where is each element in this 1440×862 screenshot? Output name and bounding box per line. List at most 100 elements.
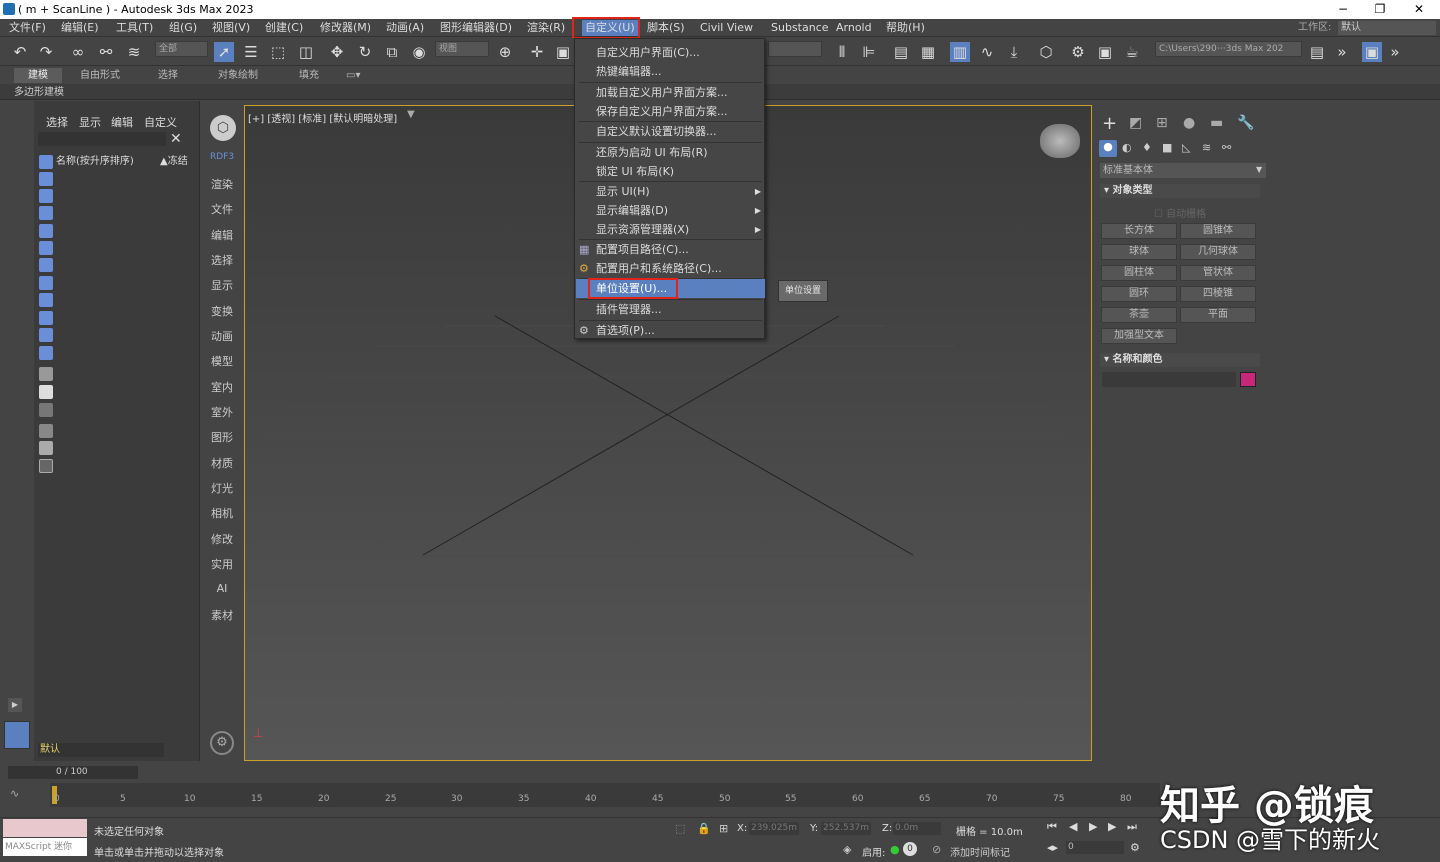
maximize-button[interactable]: ❐ (1362, 1, 1398, 18)
layer-explorer-icon[interactable]: ▦ (918, 42, 938, 62)
menu-animation[interactable]: 动画(A) (386, 20, 424, 36)
lock-icon[interactable]: 🔒 (697, 822, 711, 835)
menu-lock-ui-layout[interactable]: 锁定 UI 布局(K) (576, 162, 765, 181)
filter-lights-icon[interactable] (39, 189, 53, 203)
create-cylinder-button[interactable]: 圆柱体 (1101, 265, 1177, 281)
pivot-icon[interactable]: ⊕ (495, 42, 515, 62)
polygon-modeling-label[interactable]: 多边形建模 (14, 85, 64, 100)
filter-hidden-icon[interactable] (39, 346, 53, 360)
motion-tab-icon[interactable]: ● (1183, 115, 1195, 131)
reference-coord-dropdown[interactable]: 视图 (435, 41, 489, 57)
maxscript-listener[interactable] (3, 819, 87, 837)
cat-exterior[interactable]: 室外 (200, 404, 244, 420)
menu-help[interactable]: 帮助(H) (886, 20, 925, 36)
filter-cameras-icon[interactable] (39, 206, 53, 220)
menu-show-ui[interactable]: 显示 UI(H) ▶ (576, 182, 765, 201)
menu-configure-project-paths[interactable]: ▦ 配置项目路径(C)... (576, 240, 765, 259)
menu-arnold[interactable]: Arnold (836, 20, 872, 36)
menu-file[interactable]: 文件(F) (9, 20, 46, 36)
funnel-icon[interactable] (39, 441, 53, 455)
menu-view[interactable]: 视图(V) (212, 20, 250, 36)
modify-tab-icon[interactable]: ◩ (1129, 115, 1142, 131)
toolbar-expand-icon[interactable]: » (1332, 42, 1352, 62)
scale-icon[interactable]: ⧉ (382, 42, 402, 62)
render-setup-icon[interactable]: ⚙ (1068, 42, 1088, 62)
rotate-icon[interactable]: ↻ (355, 42, 375, 62)
key-mode-icon[interactable]: ◂▸ (1047, 841, 1058, 854)
menu-substance[interactable]: Substance (771, 20, 829, 36)
ribbon-toggle-icon[interactable]: ▥ (950, 42, 970, 62)
selection-filter-dropdown[interactable]: 全部 (155, 41, 208, 57)
cat-modify[interactable]: 修改 (200, 531, 244, 547)
time-tag-icon[interactable]: ⊘ (932, 843, 941, 856)
unlink-icon[interactable]: ⚯ (96, 42, 116, 62)
object-color-swatch[interactable] (1240, 372, 1256, 387)
menu-show-explorers[interactable]: 显示资源管理器(X) ▶ (576, 220, 765, 239)
cat-edit[interactable]: 编辑 (200, 227, 244, 243)
se-menu-select[interactable]: 选择 (46, 114, 68, 130)
menu-create[interactable]: 创建(C) (265, 20, 303, 36)
placement-icon[interactable]: ◉ (409, 42, 429, 62)
rollout-name-color-header[interactable]: ▾ 名称和颜色 (1100, 353, 1260, 367)
enable-toggle[interactable]: 0 (903, 842, 917, 856)
object-name-input[interactable] (1102, 372, 1236, 387)
cat-assets[interactable]: 素材 (200, 607, 244, 623)
menu-civil-view[interactable]: Civil View (700, 20, 753, 36)
helpers-category-icon[interactable]: ◺ (1182, 141, 1190, 154)
toolbar-expand-2-icon[interactable]: » (1385, 42, 1405, 62)
cat-rdf3[interactable]: RDF3 (200, 152, 244, 162)
maxscript-mini-input[interactable]: MAXScript 迷你 (3, 838, 87, 856)
menu-modifiers[interactable]: 修改器(M) (320, 20, 371, 36)
cat-lights[interactable]: 灯光 (200, 480, 244, 496)
filter-frozen-icon[interactable] (39, 328, 53, 342)
redo-icon[interactable]: ↷ (36, 42, 56, 62)
expand-arrow-icon[interactable]: ▶ (8, 698, 22, 712)
viewport-layout-icon[interactable] (4, 721, 30, 749)
project-folder-icon[interactable]: ▤ (1307, 42, 1327, 62)
curve-editor-icon[interactable]: ∿ (977, 42, 997, 62)
display-none-icon[interactable] (39, 385, 53, 399)
create-plane-button[interactable]: 平面 (1180, 307, 1256, 323)
create-tube-button[interactable]: 管状体 (1180, 265, 1256, 281)
create-pyramid-button[interactable]: 四棱锥 (1180, 286, 1256, 302)
menu-edit[interactable]: 编辑(E) (61, 20, 99, 36)
cat-ai[interactable]: AI (200, 582, 244, 595)
select-object-icon[interactable]: ➚ (214, 42, 234, 62)
systems-category-icon[interactable]: ⚯ (1222, 141, 1231, 154)
move-icon[interactable]: ✥ (327, 42, 347, 62)
x-coord-field[interactable]: 239.025m (749, 822, 799, 835)
window-crossing-icon[interactable]: ◫ (296, 42, 316, 62)
isolate-icon[interactable]: ⬚ (675, 822, 685, 835)
object-category-dropdown[interactable]: 标准基本体 (1100, 163, 1266, 178)
adaptive-degradation-icon[interactable]: ◈ (843, 843, 851, 856)
filter-xrefs-icon[interactable] (39, 276, 53, 290)
se-layer-dropdown[interactable]: 默认 (38, 743, 164, 757)
lights-category-icon[interactable]: ♦ (1142, 141, 1152, 154)
cat-animation[interactable]: 动画 (200, 328, 244, 344)
cat-display[interactable]: 显示 (200, 277, 244, 293)
menu-save-ui-scheme[interactable]: 保存自定义用户界面方案... (576, 102, 765, 121)
schematic-view-icon[interactable]: ⤓ (1004, 42, 1024, 62)
cameras-category-icon[interactable]: ■ (1162, 141, 1172, 154)
menu-defaults-switcher[interactable]: 自定义默认设置切换器... (576, 122, 765, 141)
cat-shapes[interactable]: 图形 (200, 429, 244, 445)
cat-camera[interactable]: 相机 (200, 505, 244, 521)
create-textplus-button[interactable]: 加强型文本 (1101, 328, 1177, 344)
filter-spacewarps-icon[interactable] (39, 241, 53, 255)
hierarchy-tab-icon[interactable]: ⊞ (1156, 115, 1168, 131)
tab-freeform[interactable]: 自由形式 (80, 68, 120, 83)
render-icon[interactable]: ☕ (1122, 42, 1142, 62)
sort-icon[interactable] (39, 424, 53, 438)
filter-helpers-icon[interactable] (39, 224, 53, 238)
menu-tools[interactable]: 工具(T) (116, 20, 153, 36)
go-to-start-icon[interactable]: ⏮ (1047, 820, 1057, 834)
tab-modeling[interactable]: 建模 (14, 68, 62, 83)
scene-explorer-icon[interactable]: ▤ (891, 42, 911, 62)
time-config-icon[interactable]: ⚙ (1130, 841, 1140, 854)
named-selection-dropdown[interactable] (768, 41, 822, 57)
filter-containers-icon[interactable] (39, 311, 53, 325)
se-column-name[interactable]: 名称(按升序排序) (56, 152, 134, 167)
previous-frame-icon[interactable]: ◀ (1069, 820, 1077, 833)
create-cone-button[interactable]: 圆锥体 (1180, 223, 1256, 239)
add-time-tag[interactable]: 添加时间标记 (950, 844, 1010, 859)
